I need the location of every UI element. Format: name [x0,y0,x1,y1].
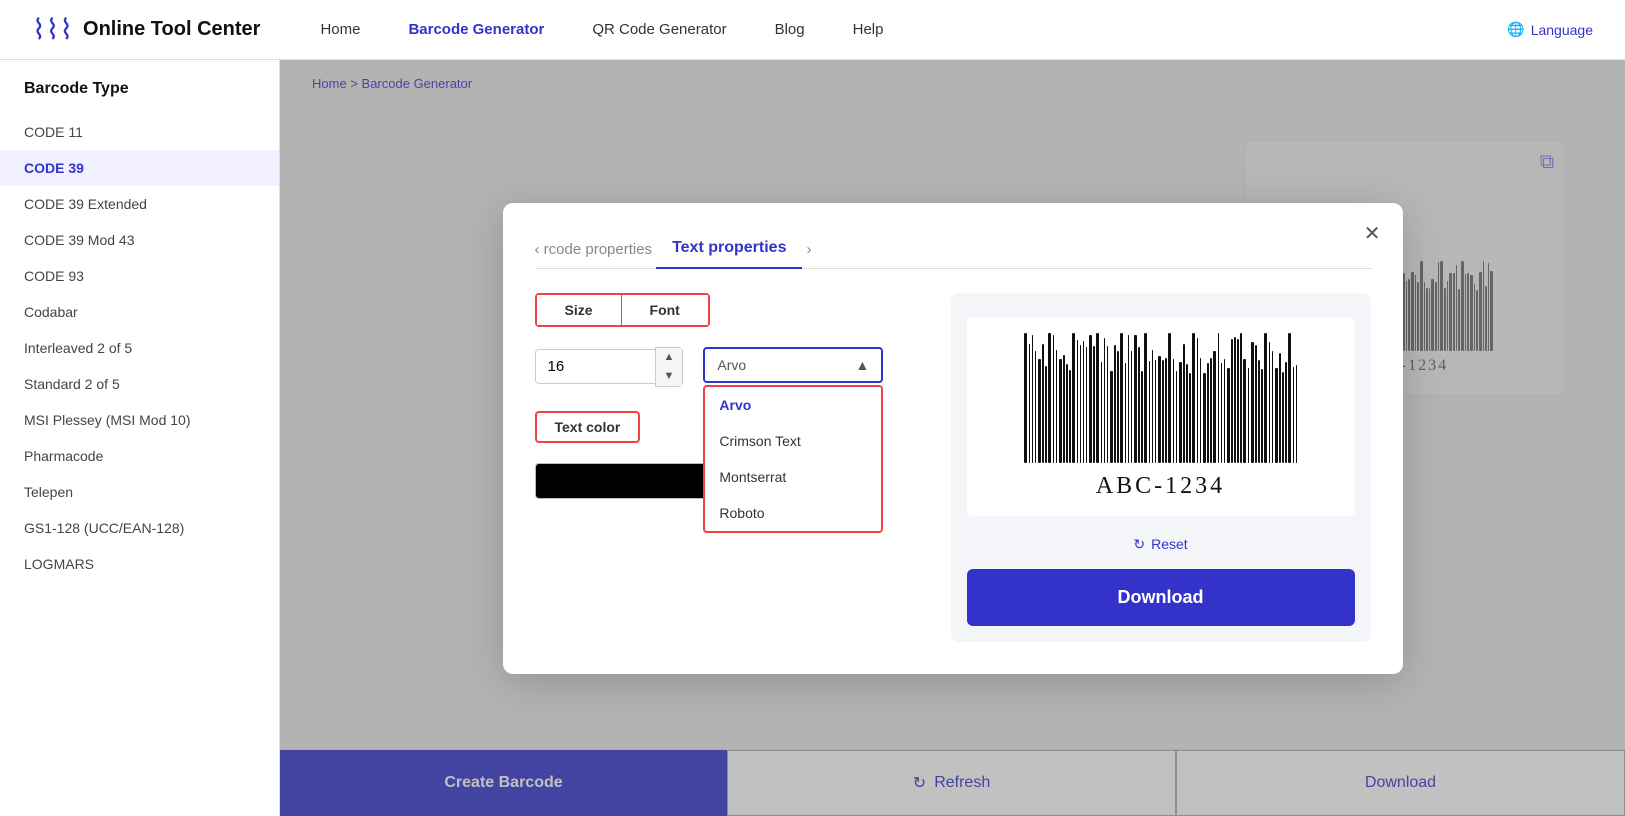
sub-tabs: Size Font [535,293,710,327]
barcode-bars [1024,333,1297,463]
language-label: Language [1531,22,1593,38]
modal-right-panel: ABC-1234 ↻ Reset Download [951,293,1371,642]
font-option-arvo[interactable]: Arvo [705,387,881,423]
font-dropdown-button[interactable]: Arvo ▲ [703,347,883,383]
nav-blog[interactable]: Blog [775,21,805,38]
logo-text: Online Tool Center [83,18,260,41]
sub-tab-font[interactable]: Font [622,295,708,325]
sidebar-item-interleaved[interactable]: Interleaved 2 of 5 [0,330,279,366]
logo-icon: ⌇⌇⌇ [32,13,73,46]
nav-home[interactable]: Home [320,21,360,38]
modal-left-panel: Size Font ▲ ▼ [535,293,919,642]
sidebar-item-pharmacode[interactable]: Pharmacode [0,438,279,474]
sidebar-item-code11[interactable]: CODE 11 [0,114,279,150]
size-down-button[interactable]: ▼ [656,367,683,386]
color-swatch[interactable] [535,463,715,499]
sidebar-item-standard2of5[interactable]: Standard 2 of 5 [0,366,279,402]
nav-barcode-generator[interactable]: Barcode Generator [408,21,544,38]
size-font-row: ▲ ▼ Arvo ▲ [535,347,919,388]
modal-body: Size Font ▲ ▼ [535,293,1371,642]
barcode-preview-text: ABC-1234 [1096,473,1225,500]
font-dropdown-wrapper: Arvo ▲ Arvo Crimson Text Montserrat Robo… [703,347,883,383]
content-area: Home > Barcode Generator ABC-1234 ⧉ [280,60,1625,816]
tab-prev[interactable]: ‹ rcode properties [535,241,653,258]
navbar: ⌇⌇⌇ Online Tool Center Home Barcode Gene… [0,0,1625,60]
nav-qr-code-generator[interactable]: QR Code Generator [592,21,726,38]
reset-button[interactable]: ↻ Reset [1133,536,1187,553]
sidebar-item-code93[interactable]: CODE 93 [0,258,279,294]
modal: ✕ ‹ rcode properties Text properties › S… [503,203,1403,674]
font-dropdown-list: Arvo Crimson Text Montserrat Roboto [703,385,883,533]
main-layout: Barcode Type CODE 11 CODE 39 CODE 39 Ext… [0,60,1625,816]
logo[interactable]: ⌇⌇⌇ Online Tool Center [32,13,260,46]
sidebar-item-gs1128[interactable]: GS1-128 (UCC/EAN-128) [0,510,279,546]
barcode-preview: ABC-1234 [967,317,1355,516]
sidebar-item-code39mod43[interactable]: CODE 39 Mod 43 [0,222,279,258]
text-color-label: Text color [535,411,641,443]
modal-close-button[interactable]: ✕ [1364,221,1381,246]
sidebar-item-code39[interactable]: CODE 39 [0,150,279,186]
font-option-crimson[interactable]: Crimson Text [705,423,881,459]
nav-links: Home Barcode Generator QR Code Generator… [320,21,1507,38]
sub-tab-size[interactable]: Size [537,295,622,325]
font-option-roboto[interactable]: Roboto [705,495,881,531]
nav-help[interactable]: Help [853,21,884,38]
chevron-up-icon: ▲ [856,357,870,373]
sidebar-item-telepen[interactable]: Telepen [0,474,279,510]
tab-next[interactable]: › [806,241,811,258]
modal-download-button[interactable]: Download [967,569,1355,626]
size-input[interactable] [535,349,655,384]
sidebar-item-code39ext[interactable]: CODE 39 Extended [0,186,279,222]
refresh-icon: ↻ [1133,536,1145,553]
sidebar-title: Barcode Type [0,80,279,114]
sidebar-item-codabar[interactable]: Codabar [0,294,279,330]
sidebar-item-logmars[interactable]: LOGMARS [0,546,279,582]
font-selected-label: Arvo [717,357,746,373]
size-spinners: ▲ ▼ [655,347,684,388]
globe-icon: 🌐 [1507,21,1524,38]
language-selector[interactable]: 🌐 Language [1507,21,1593,38]
size-input-group: ▲ ▼ [535,347,684,388]
modal-tabs: ‹ rcode properties Text properties › [535,231,1371,269]
tab-text-properties[interactable]: Text properties [656,231,802,269]
sidebar-item-msi[interactable]: MSI Plessey (MSI Mod 10) [0,402,279,438]
font-option-montserrat[interactable]: Montserrat [705,459,881,495]
reset-label: Reset [1151,536,1188,552]
size-up-button[interactable]: ▲ [656,348,683,367]
modal-overlay: ✕ ‹ rcode properties Text properties › S… [280,60,1625,816]
sidebar: Barcode Type CODE 11 CODE 39 CODE 39 Ext… [0,60,280,816]
